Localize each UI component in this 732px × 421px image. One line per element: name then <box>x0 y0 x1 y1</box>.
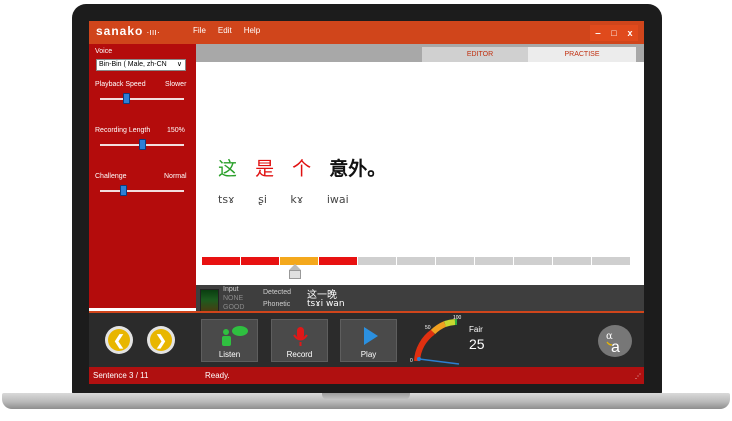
challenge-slider[interactable] <box>120 185 127 196</box>
recording-length-slider[interactable] <box>139 139 146 150</box>
phonetic-syllable: iwai <box>326 193 349 206</box>
phonetic-transcription: tsɤ ʂi kɤ iwai <box>218 193 349 206</box>
score-segment <box>592 257 630 265</box>
phonetic-value: tsɤi wan <box>307 299 345 309</box>
sentence-counter: Sentence 3 / 11 <box>93 371 149 380</box>
resize-grip-icon[interactable]: ⋰ <box>635 373 641 380</box>
score-segment <box>319 257 357 265</box>
gauge-mid-label: 50 <box>425 325 431 331</box>
sentence-word: 是 <box>255 158 275 180</box>
detected-label: Detected <box>263 289 292 296</box>
sound-wave-icon: ·ııı· <box>146 27 160 37</box>
settings-sidebar: Voice Bin-Bin ( Male, zh-CN ∨ Playback S… <box>89 44 196 308</box>
app-logo: sanako ·ııı· <box>96 24 160 38</box>
svg-text:a: a <box>611 339 620 356</box>
rating-label: Fair <box>469 325 483 334</box>
score-segment <box>241 257 279 265</box>
tab-editor[interactable]: EDITOR <box>422 47 538 62</box>
challenge-value: Normal <box>164 173 187 180</box>
input-label: Input <box>223 286 239 293</box>
score-segment <box>514 257 552 265</box>
close-button[interactable]: x <box>622 25 638 41</box>
playback-speed-ticks: ''''''''''''''''''''''''' <box>101 108 175 111</box>
listen-label: Listen <box>218 350 241 359</box>
input-level-meter <box>200 289 219 313</box>
gauge-min-label: 0 <box>410 358 413 364</box>
menu-file[interactable]: File <box>193 26 206 35</box>
score-segment <box>475 257 513 265</box>
window-controls: ‒ □ x <box>590 25 638 41</box>
listen-icon <box>222 326 248 346</box>
challenge-label: Challenge <box>95 173 127 180</box>
score-segment <box>553 257 591 265</box>
voice-label: Voice <box>95 48 113 55</box>
listen-button[interactable]: Listen <box>201 319 258 362</box>
laptop-notch <box>322 393 410 400</box>
challenge-ticks: '''''' <box>103 199 187 202</box>
minimize-button[interactable]: ‒ <box>590 25 606 41</box>
sentence-word: 个 <box>292 158 312 180</box>
gauge-meter <box>414 318 460 365</box>
record-button[interactable]: Record <box>271 319 328 362</box>
menu-edit[interactable]: Edit <box>218 26 232 35</box>
bottom-toolbar: ❮ ❯ Listen Record Play 100 50 0 Fair 25 … <box>89 311 644 367</box>
score-segment <box>436 257 474 265</box>
score-segment <box>397 257 435 265</box>
pronunciation-score-bar <box>202 257 631 265</box>
title-bar: sanako ·ııı· File Edit Help ‒ □ x <box>89 21 644 44</box>
play-button[interactable]: Play <box>340 319 397 362</box>
target-sentence: 这 是 个 意外。 <box>218 154 386 181</box>
menu-help[interactable]: Help <box>244 26 260 35</box>
recording-length-ticks: ''''''''''''''''''''''''' <box>101 154 175 157</box>
alphabet-icon: α a <box>606 331 620 356</box>
playback-speed-label: Playback Speed <box>95 81 146 88</box>
recording-length-label: Recording Length <box>95 127 151 134</box>
challenge-track <box>100 190 184 192</box>
score-gauge: 100 50 0 Fair 25 <box>407 315 517 372</box>
chevron-down-icon: ∨ <box>176 61 182 68</box>
voice-select-value: Bin-Bin ( Male, zh-CN <box>99 61 167 68</box>
maximize-button[interactable]: □ <box>606 25 622 41</box>
voice-select[interactable]: Bin-Bin ( Male, zh-CN ∨ <box>96 59 186 71</box>
alphabet-button[interactable]: α a <box>598 325 632 357</box>
play-label: Play <box>360 350 377 359</box>
playback-speed-track <box>100 98 184 100</box>
score-segment <box>202 257 240 265</box>
sentence-word: 意外。 <box>329 158 387 180</box>
playback-speed-value: Slower <box>165 81 187 88</box>
microphone-icon <box>293 327 308 346</box>
score-segment <box>358 257 396 265</box>
record-label: Record <box>286 350 313 359</box>
practise-panel: 这 是 个 意外。 tsɤ ʂi kɤ iwai <box>196 62 644 308</box>
phonetic-syllable: tsɤ <box>218 193 235 206</box>
status-text: Ready. <box>205 371 230 380</box>
phonetic-label: Phonetic <box>263 301 291 308</box>
position-pointer-handle[interactable] <box>289 270 301 279</box>
phonetic-syllable: ʂi <box>258 193 267 206</box>
next-button[interactable]: ❯ <box>147 326 175 354</box>
chevron-right-icon: ❯ <box>150 329 172 351</box>
phonetic-syllable: kɤ <box>290 193 304 206</box>
tab-strip: EDITOR PRACTISE <box>196 44 644 62</box>
detection-bar: Input NONE GOOD Detected Phonetic 这一晚 ts… <box>196 285 644 313</box>
input-none-label: NONE <box>223 295 244 302</box>
chevron-left-icon: ❮ <box>108 329 130 351</box>
brand-name: sanako <box>96 24 144 38</box>
play-icon <box>364 327 378 345</box>
sentence-word: 这 <box>218 158 238 180</box>
playback-speed-slider[interactable] <box>123 93 130 104</box>
rating-value: 25 <box>469 336 485 352</box>
menu-bar: File Edit Help <box>193 26 272 35</box>
tab-practise[interactable]: PRACTISE <box>528 47 636 62</box>
gauge-max-label: 100 <box>453 315 462 321</box>
input-good-label: GOOD <box>223 304 245 311</box>
app-window: sanako ·ııı· File Edit Help ‒ □ x Voice B… <box>89 21 644 384</box>
recording-length-value: 150% <box>167 127 185 134</box>
status-bar: Sentence 3 / 11 Ready. ⋰ <box>89 367 644 384</box>
previous-button[interactable]: ❮ <box>105 326 133 354</box>
